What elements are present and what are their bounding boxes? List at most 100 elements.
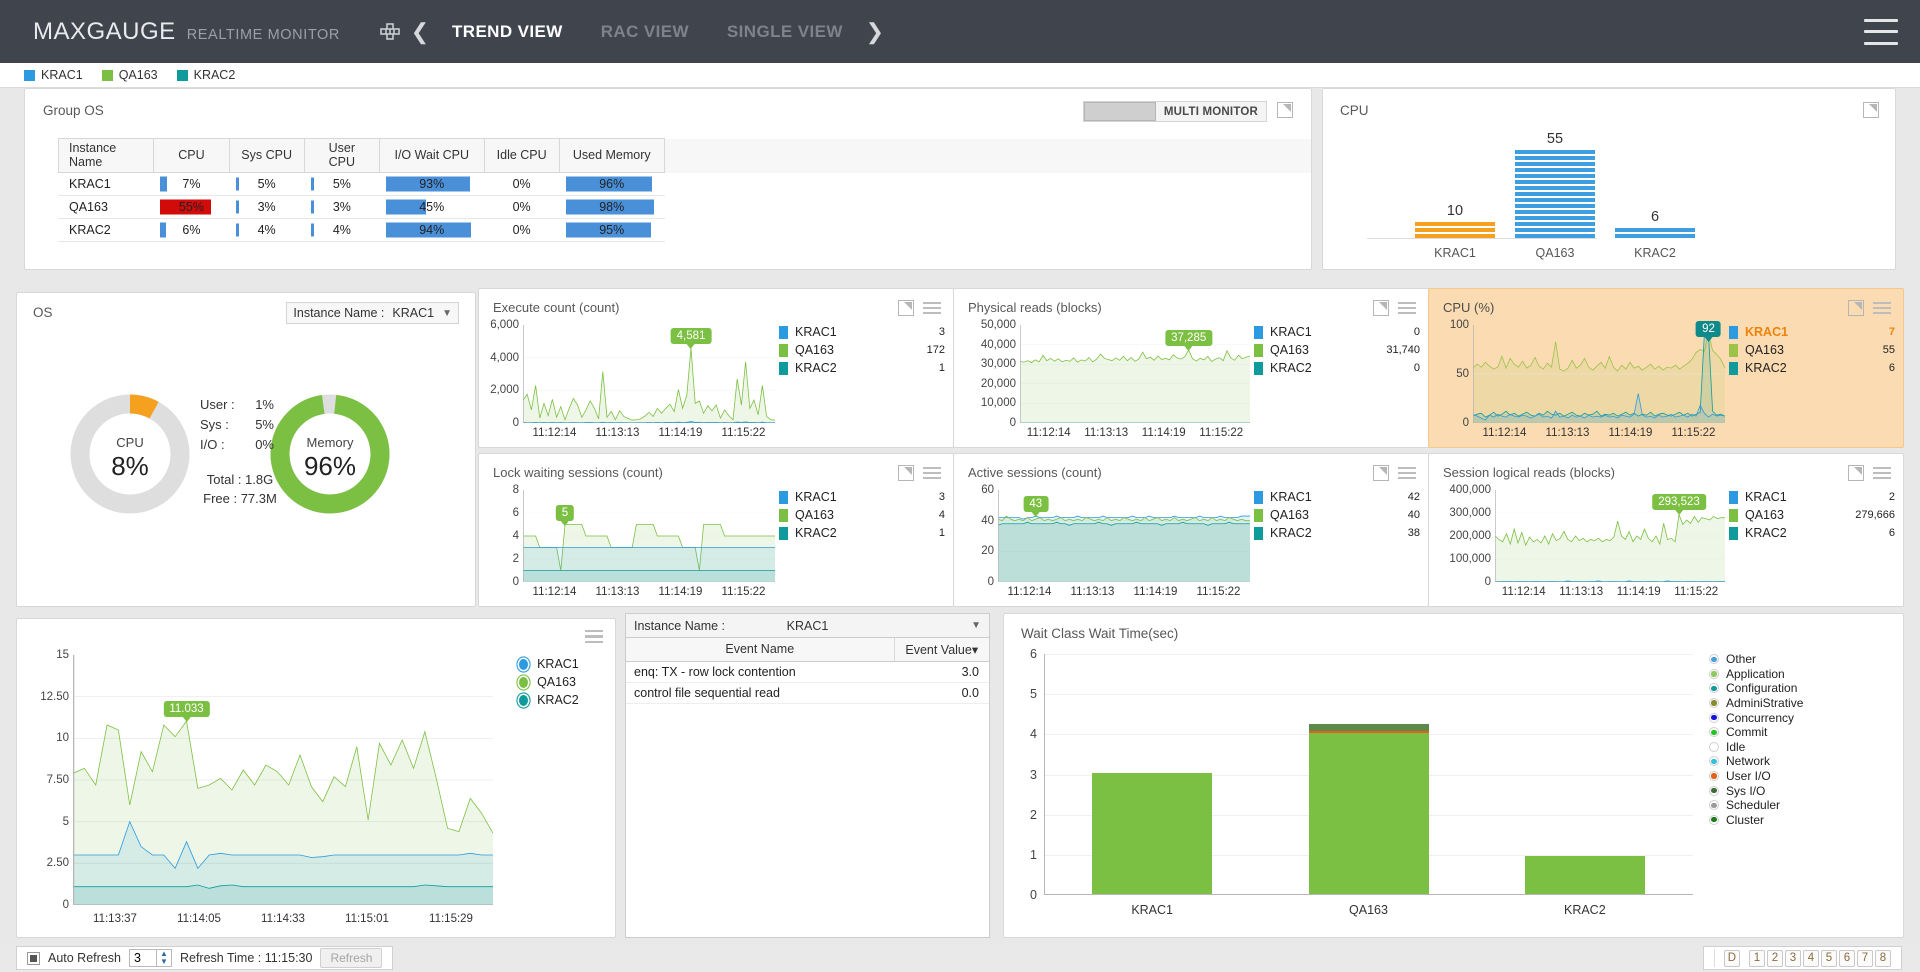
legend-row[interactable]: KRAC1 2 — [1729, 488, 1897, 506]
legend-label: User I/O — [1726, 769, 1771, 784]
os-instance-selector[interactable]: Instance Name : KRAC1 ▼ — [286, 302, 459, 324]
legend-row[interactable]: KRAC2 6 — [1729, 524, 1897, 542]
chevron-left-icon[interactable]: ❮ — [407, 17, 433, 47]
wait-legend-item[interactable]: Concurrency — [1709, 710, 1881, 725]
chevron-right-icon[interactable]: ❯ — [862, 17, 888, 47]
legend-row[interactable]: KRAC2 0 — [1254, 359, 1422, 377]
table-row[interactable]: QA163 55% 3% 3% 45% 0% 98% — [58, 195, 1311, 219]
col-event-value[interactable]: Event Value▾ — [894, 638, 989, 662]
wait-legend-item[interactable]: Configuration — [1709, 681, 1881, 696]
wait-legend-item[interactable]: User I/O — [1709, 769, 1881, 784]
wait-legend-item[interactable]: Commit — [1709, 725, 1881, 740]
legend-row[interactable]: QA163 31,740 — [1254, 341, 1422, 359]
tab-trend-view[interactable]: TREND VIEW — [433, 22, 582, 42]
menu-icon[interactable] — [1398, 466, 1416, 480]
popout-icon[interactable] — [898, 465, 914, 481]
page-button-8[interactable]: 8 — [1875, 949, 1891, 967]
table-row[interactable]: KRAC1 7% 5% 5% 93% 0% 96% — [58, 172, 1311, 196]
menu-icon[interactable] — [923, 301, 941, 315]
page-button-4[interactable]: 4 — [1803, 949, 1819, 967]
legend-swatch — [1254, 325, 1263, 339]
legend-label: QA163 — [1270, 343, 1309, 357]
page-button-3[interactable]: 3 — [1785, 949, 1801, 967]
multi-monitor-slider[interactable] — [1083, 102, 1156, 121]
popout-icon[interactable] — [1848, 300, 1864, 316]
tab-single-view[interactable]: SINGLE VIEW — [708, 22, 862, 42]
bar-segment — [1524, 855, 1645, 894]
multi-monitor-toggle[interactable]: MULTI MONITOR — [1082, 101, 1267, 122]
menu-icon[interactable] — [923, 466, 941, 480]
menu-icon[interactable] — [1398, 301, 1416, 315]
popout-icon[interactable] — [1848, 465, 1864, 481]
x-tick: KRAC1 — [1131, 903, 1173, 917]
y-tick: 200,000 — [1449, 530, 1491, 542]
table-cell: 96% — [559, 172, 665, 196]
y-tick: 0 — [1484, 576, 1491, 588]
chevron-down-icon[interactable]: ▼ — [442, 308, 452, 319]
legend-row[interactable]: KRAC1 — [517, 655, 613, 673]
legend-value: 6 — [1888, 362, 1895, 374]
page-button-6[interactable]: 6 — [1839, 949, 1855, 967]
auto-refresh-checkbox[interactable] — [27, 951, 40, 965]
page-button-d[interactable]: D — [1723, 949, 1740, 967]
popout-icon[interactable] — [1373, 465, 1389, 481]
wait-legend-item[interactable]: AdminiStrative — [1709, 696, 1881, 711]
legend-row[interactable]: QA163 172 — [779, 341, 947, 359]
chart-panel-active-sessions: Active sessions (count) 0 20 40 60 43 11:12:1… — [953, 453, 1429, 607]
legend-row[interactable]: KRAC2 — [517, 691, 613, 709]
popout-icon[interactable] — [898, 300, 914, 316]
table-row[interactable]: KRAC2 6% 4% 4% 94% 0% 95% — [58, 218, 1311, 242]
page-button-5[interactable]: 5 — [1821, 949, 1837, 967]
wait-legend-item[interactable]: Other — [1709, 652, 1881, 667]
legend-row[interactable]: KRAC1 42 — [1254, 488, 1422, 506]
legend-row[interactable]: QA163 — [517, 673, 613, 691]
wait-legend-item[interactable]: Idle — [1709, 740, 1881, 755]
legend-row[interactable]: KRAC1 3 — [779, 323, 947, 341]
hamburger-menu-icon[interactable] — [1864, 18, 1898, 45]
page-button-2[interactable]: 2 — [1767, 949, 1783, 967]
refresh-interval-input[interactable] — [128, 949, 157, 967]
stacked-bar[interactable] — [1308, 724, 1429, 894]
legend-swatch — [1729, 325, 1738, 339]
legend-row[interactable]: KRAC2 6 — [1729, 359, 1897, 377]
legend-row[interactable]: KRAC1 3 — [779, 488, 947, 506]
popout-icon[interactable] — [1373, 300, 1389, 316]
wait-legend-item[interactable]: Scheduler — [1709, 798, 1881, 813]
wait-x-axis: KRAC1 QA163 KRAC2 — [1044, 903, 1693, 919]
wait-legend-item[interactable]: Sys I/O — [1709, 783, 1881, 798]
group-os-title: Group OS — [43, 103, 104, 118]
menu-icon[interactable] — [1873, 301, 1891, 315]
stacked-bar[interactable] — [1524, 855, 1645, 894]
legend-row[interactable]: KRAC2 1 — [779, 524, 947, 542]
popout-icon[interactable] — [1277, 102, 1293, 118]
refresh-button[interactable]: Refresh — [320, 948, 383, 968]
value-bar — [160, 222, 167, 238]
wait-legend-item[interactable]: Application — [1709, 667, 1881, 682]
page-button-1[interactable]: 1 — [1749, 949, 1765, 967]
legend-row[interactable]: KRAC2 1 — [779, 359, 947, 377]
legend-row[interactable]: QA163 279,666 — [1729, 506, 1897, 524]
grid-icon[interactable] — [373, 17, 407, 47]
stacked-bar[interactable] — [1092, 772, 1213, 894]
wait-legend-item[interactable]: Network — [1709, 754, 1881, 769]
col-event-name[interactable]: Event Name — [626, 638, 895, 662]
legend-row[interactable]: KRAC2 38 — [1254, 524, 1422, 542]
popout-icon[interactable] — [1863, 102, 1879, 118]
legend-row[interactable]: KRAC1 0 — [1254, 323, 1422, 341]
tab-rac-view[interactable]: RAC VIEW — [582, 22, 708, 42]
table-row[interactable]: control file sequential read 0.0 — [626, 682, 989, 704]
legend-swatch — [1729, 343, 1738, 357]
legend-row[interactable]: QA163 40 — [1254, 506, 1422, 524]
chevron-down-icon[interactable]: ▼ — [971, 620, 981, 631]
page-button-7[interactable]: 7 — [1857, 949, 1873, 967]
menu-icon[interactable] — [1873, 466, 1891, 480]
y-tick: 50,000 — [980, 319, 1016, 331]
refresh-interval-stepper[interactable]: ▲ ▼ — [156, 949, 172, 967]
legend-row[interactable]: QA163 55 — [1729, 341, 1897, 359]
event-instance-selector[interactable]: Instance Name : KRAC1 ▼ — [626, 614, 989, 638]
table-row[interactable]: enq: TX - row lock contention 3.0 — [626, 661, 989, 683]
legend-row[interactable]: KRAC1 7 — [1729, 323, 1897, 341]
legend-value: 42 — [1407, 491, 1420, 503]
wait-legend-item[interactable]: Cluster — [1709, 813, 1881, 828]
legend-row[interactable]: QA163 4 — [779, 506, 947, 524]
